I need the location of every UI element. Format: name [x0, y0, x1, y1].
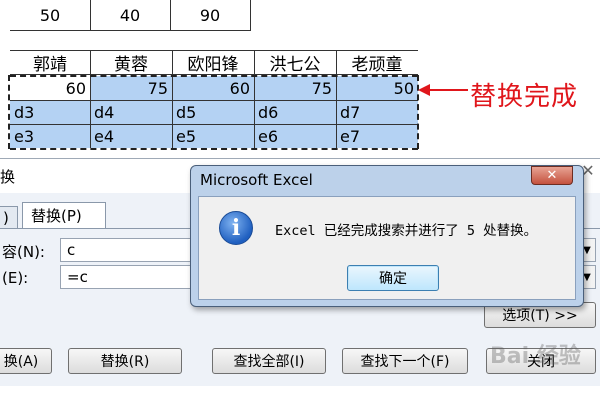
cell[interactable]: e6 [254, 124, 336, 148]
message-text: Excel 已经完成搜索并进行了 5 处替换。 [275, 223, 538, 239]
tab-find[interactable]: ) [0, 206, 18, 228]
column-header-cell[interactable]: 老顽童 [336, 50, 418, 75]
find-next-button[interactable]: 查找下一个(F) [342, 348, 468, 374]
close-icon[interactable]: ✕ [531, 166, 573, 185]
cell[interactable]: 50 [10, 0, 90, 30]
message-box: Microsoft Excel ✕ i Excel 已经完成搜索并进行了 5 处… [190, 165, 584, 307]
grid-line [254, 50, 255, 148]
find-all-button[interactable]: 查找全部(I) [212, 348, 326, 374]
cell[interactable]: e5 [172, 124, 254, 148]
grid-line [172, 50, 173, 148]
cell[interactable]: d5 [172, 100, 254, 124]
replace-all-button[interactable]: 换(A) [0, 348, 52, 374]
cell[interactable]: 60 [172, 76, 254, 100]
cell[interactable]: d6 [254, 100, 336, 124]
tab-replace[interactable]: 替换(P) [22, 202, 106, 228]
cell[interactable]: 75 [254, 76, 336, 100]
selection-border [10, 75, 418, 77]
cell[interactable]: 60 [10, 76, 90, 100]
grid-line [10, 50, 418, 51]
find-what-label: 容(N): [2, 243, 45, 261]
grid-line [90, 50, 91, 148]
grid-line [336, 50, 337, 148]
dialog-title: 换 [0, 168, 16, 186]
grid-line [10, 30, 250, 31]
find-what-input[interactable]: c [60, 238, 195, 262]
tab-replace-label: 替换(P) [31, 207, 82, 225]
selection-border [10, 148, 418, 150]
annotation-text: 替换完成 [470, 82, 579, 112]
column-header-cell[interactable]: 洪七公 [254, 50, 336, 75]
cell[interactable]: 50 [336, 76, 418, 100]
grid-line [90, 0, 91, 31]
tab-find-label: ) [3, 208, 9, 227]
watermark: Bai 经验 [490, 344, 581, 369]
selection-border [8, 75, 10, 149]
message-box-title: Microsoft Excel [200, 171, 313, 189]
column-header-cell[interactable]: 欧阳锋 [172, 50, 254, 75]
message-box-body: i Excel 已经完成搜索并进行了 5 处替换。 确定 [198, 196, 576, 300]
column-header-cell[interactable]: 郭靖 [10, 50, 90, 75]
cell[interactable]: 40 [90, 0, 170, 30]
grid-line [250, 0, 251, 31]
cell[interactable]: d4 [90, 100, 172, 124]
ok-button[interactable]: 确定 [347, 265, 439, 291]
cell[interactable]: 90 [170, 0, 250, 30]
cell[interactable]: d7 [336, 100, 418, 124]
grid-line [170, 0, 171, 31]
cell[interactable]: e7 [336, 124, 418, 148]
cell[interactable]: 75 [90, 76, 172, 100]
grid-line [10, 124, 418, 125]
info-icon: i [219, 211, 253, 245]
cell[interactable]: e4 [90, 124, 172, 148]
replace-button[interactable]: 替换(R) [68, 348, 182, 374]
spreadsheet-peek [0, 386, 600, 400]
column-header-cell[interactable]: 黄蓉 [90, 50, 172, 75]
replace-with-label: (E): [2, 269, 29, 287]
annotation-arrow-icon [418, 84, 468, 96]
cell[interactable]: e3 [10, 124, 90, 148]
cell[interactable]: d3 [10, 100, 90, 124]
grid-line [10, 100, 418, 101]
replace-with-input[interactable]: =c [60, 265, 195, 289]
